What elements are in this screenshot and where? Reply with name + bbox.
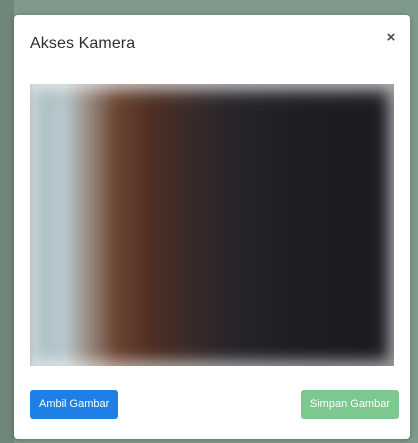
camera-access-modal: Akses Kamera × Ambil Gambar Simpan Gamba… (14, 15, 410, 439)
capture-image-button[interactable]: Ambil Gambar (30, 390, 119, 419)
camera-feed-vignette (30, 84, 394, 366)
save-image-button[interactable]: Simpan Gambar (300, 390, 399, 419)
background-page-edge (0, 0, 14, 443)
modal-header: Akses Kamera × (14, 15, 410, 73)
close-icon[interactable]: × (382, 29, 400, 47)
camera-preview (30, 84, 394, 366)
modal-title: Akses Kamera (30, 35, 136, 52)
modal-footer: Ambil Gambar Simpan Gambar (14, 379, 410, 439)
